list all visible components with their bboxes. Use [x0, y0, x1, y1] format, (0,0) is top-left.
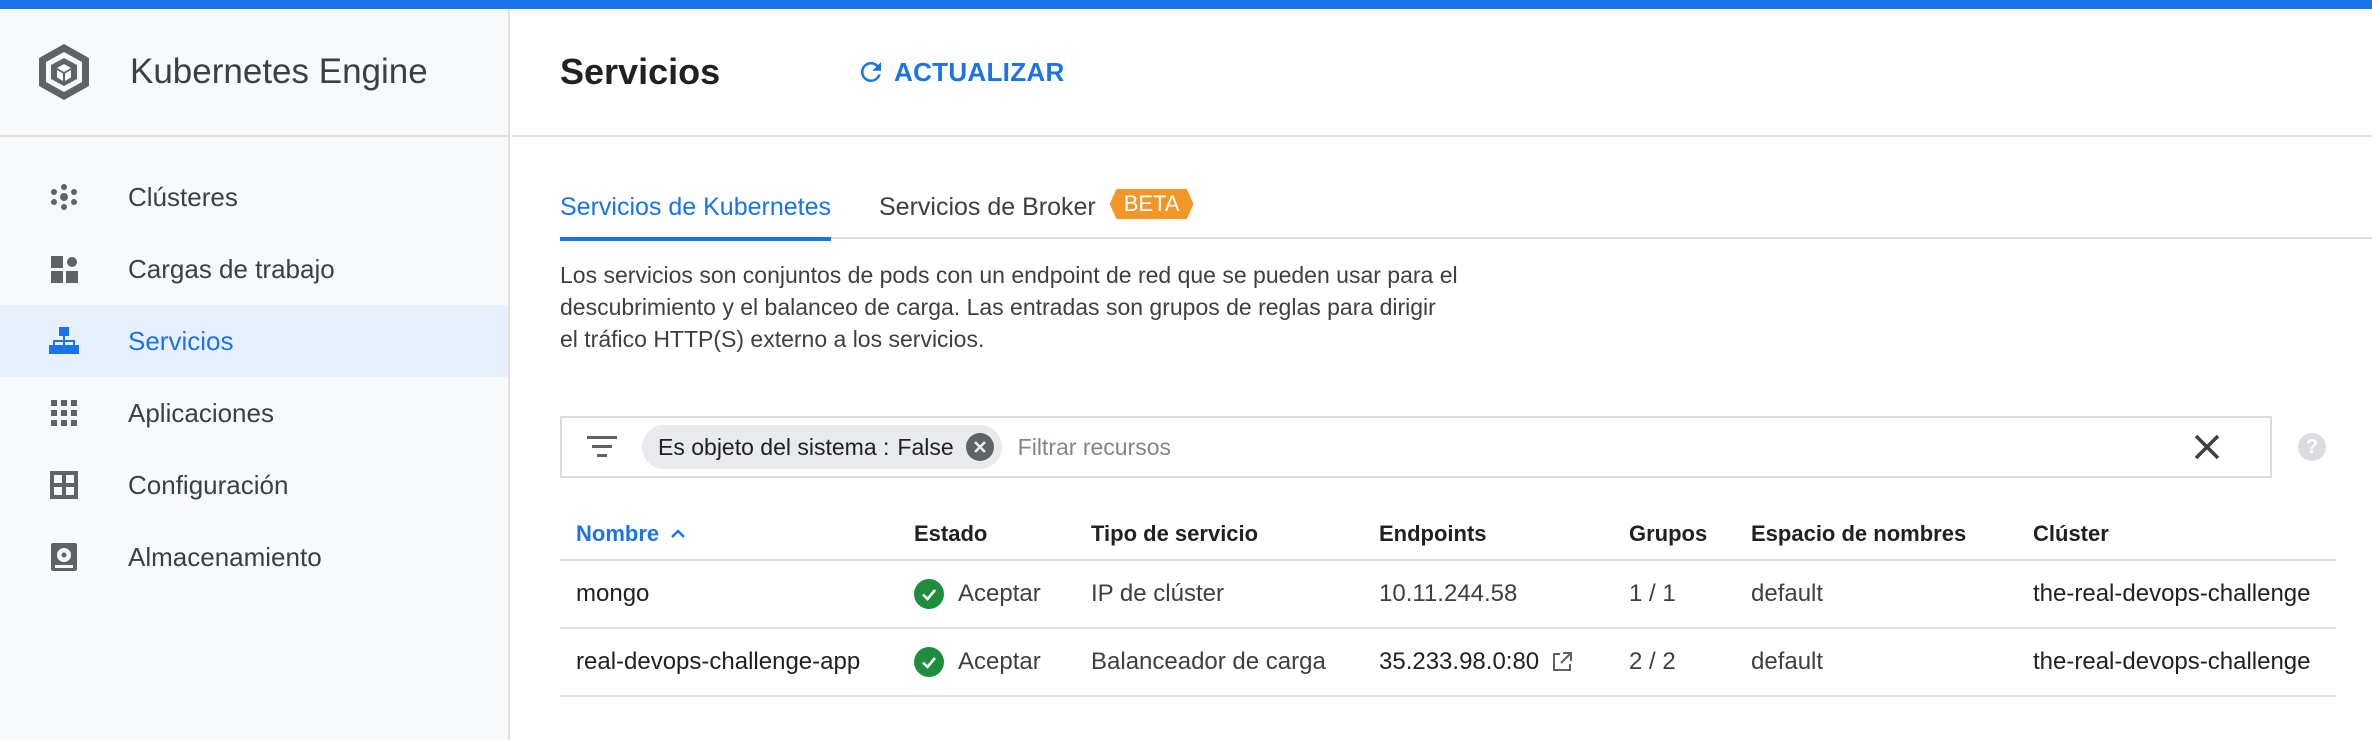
services-icon	[48, 325, 80, 357]
services-description: Los servicios son conjuntos de pods con …	[560, 262, 1458, 352]
column-header-groups[interactable]: Grupos	[1613, 521, 1735, 547]
column-header-service-type[interactable]: Tipo de servicio	[1075, 521, 1363, 547]
tab-label: Servicios de Kubernetes	[560, 193, 831, 221]
sidebar-nav: Clústeres Cargas de trabajo Servicios Ap…	[0, 137, 508, 593]
status-text: Aceptar	[958, 648, 1041, 675]
sidebar-item-applications[interactable]: Aplicaciones	[0, 377, 508, 449]
filter-resources-input[interactable]	[1017, 433, 2018, 461]
main-content: Servicios ACTUALIZAR Servicios de Kubern…	[512, 9, 2372, 740]
sidebar-item-label: Configuración	[128, 469, 289, 500]
check-circle-icon	[914, 647, 944, 677]
sidebar-item-workloads[interactable]: Cargas de trabajo	[0, 233, 508, 305]
product-title: Kubernetes Engine	[130, 52, 428, 91]
column-header-endpoints[interactable]: Endpoints	[1363, 521, 1613, 547]
filter-bar: Es objeto del sistema : False	[560, 416, 2272, 478]
service-type: IP de clúster	[1091, 580, 1224, 607]
table-header-row: Nombre Estado Tipo de servicio Endpoints…	[560, 509, 2336, 561]
groups: 1 / 1	[1629, 580, 1676, 607]
tab-bar: Servicios de Kubernetes Servicios de Bro…	[560, 181, 2372, 241]
namespace: default	[1751, 648, 1824, 675]
sidebar-item-services[interactable]: Servicios	[0, 305, 508, 377]
sidebar-item-label: Almacenamiento	[128, 541, 322, 572]
help-icon[interactable]: ?	[2298, 433, 2326, 461]
endpoints-link[interactable]: 35.233.98.0:80	[1379, 648, 1539, 676]
clear-filter-icon[interactable]	[2192, 432, 2222, 467]
column-header-status[interactable]: Estado	[898, 521, 1075, 547]
service-type: Balanceador de carga	[1091, 648, 1326, 675]
sidebar-item-clusters[interactable]: Clústeres	[0, 161, 508, 233]
column-header-namespace[interactable]: Espacio de nombres	[1735, 521, 2017, 547]
column-header-name[interactable]: Nombre	[560, 521, 898, 547]
top-accent-bar	[0, 0, 2372, 9]
sidebar-item-storage[interactable]: Almacenamiento	[0, 521, 508, 593]
storage-icon	[48, 541, 80, 573]
sidebar-item-label: Clústeres	[128, 181, 238, 212]
sidebar-item-label: Aplicaciones	[128, 397, 274, 428]
apps-grid-icon	[48, 397, 80, 429]
groups: 2 / 2	[1629, 648, 1676, 675]
filter-chip-value: False	[897, 433, 954, 460]
status-cell: Aceptar	[898, 647, 1075, 677]
tab-broker-services[interactable]: Servicios de Broker BETA	[879, 181, 1194, 237]
sidebar-item-label: Servicios	[128, 325, 234, 356]
refresh-icon	[860, 61, 881, 82]
check-circle-icon	[914, 579, 944, 609]
sidebar: Kubernetes Engine Clústeres Cargas de tr…	[0, 9, 510, 740]
endpoints-cell: 35.233.98.0:80	[1363, 648, 1613, 676]
filter-list-icon[interactable]	[562, 436, 642, 458]
workloads-icon	[48, 253, 80, 285]
kubernetes-engine-logo-icon	[39, 44, 89, 100]
table-row[interactable]: real-devops-challenge-app Aceptar Balanc…	[560, 629, 2336, 697]
namespace: default	[1751, 580, 1824, 607]
service-name-link[interactable]: real-devops-challenge-app	[560, 648, 898, 676]
sidebar-item-label: Cargas de trabajo	[128, 253, 335, 284]
cluster-link[interactable]: the-real-devops-challenge	[2017, 580, 2336, 608]
external-link-icon[interactable]	[1551, 651, 1573, 673]
service-name-link[interactable]: mongo	[560, 580, 898, 608]
filter-chip-key: Es objeto del sistema :	[658, 433, 890, 460]
column-header-cluster[interactable]: Clúster	[2017, 521, 2336, 547]
table-row[interactable]: mongo Aceptar IP de clúster 10.11.244.58…	[560, 561, 2336, 629]
endpoints: 10.11.244.58	[1379, 580, 1518, 607]
page-header: Servicios ACTUALIZAR	[512, 9, 2372, 137]
tab-kubernetes-services[interactable]: Servicios de Kubernetes	[560, 181, 831, 241]
sort-ascending-icon	[671, 529, 685, 538]
remove-chip-icon[interactable]	[965, 433, 994, 461]
cluster-link[interactable]: the-real-devops-challenge	[2017, 648, 2336, 676]
page-title: Servicios	[560, 51, 721, 92]
refresh-button[interactable]: ACTUALIZAR	[856, 57, 1065, 88]
beta-badge: BETA	[1109, 189, 1194, 219]
status-text: Aceptar	[958, 580, 1041, 607]
tab-label: Servicios de Broker	[878, 193, 1096, 221]
filter-chip-system-object[interactable]: Es objeto del sistema : False	[642, 425, 1002, 469]
services-table: Nombre Estado Tipo de servicio Endpoints…	[560, 509, 2336, 697]
product-header: Kubernetes Engine	[0, 9, 508, 137]
sidebar-item-configuration[interactable]: Configuración	[0, 449, 508, 521]
configuration-icon	[48, 469, 80, 501]
status-cell: Aceptar	[898, 579, 1075, 609]
refresh-label: ACTUALIZAR	[894, 56, 1065, 87]
clusters-icon	[48, 181, 80, 213]
